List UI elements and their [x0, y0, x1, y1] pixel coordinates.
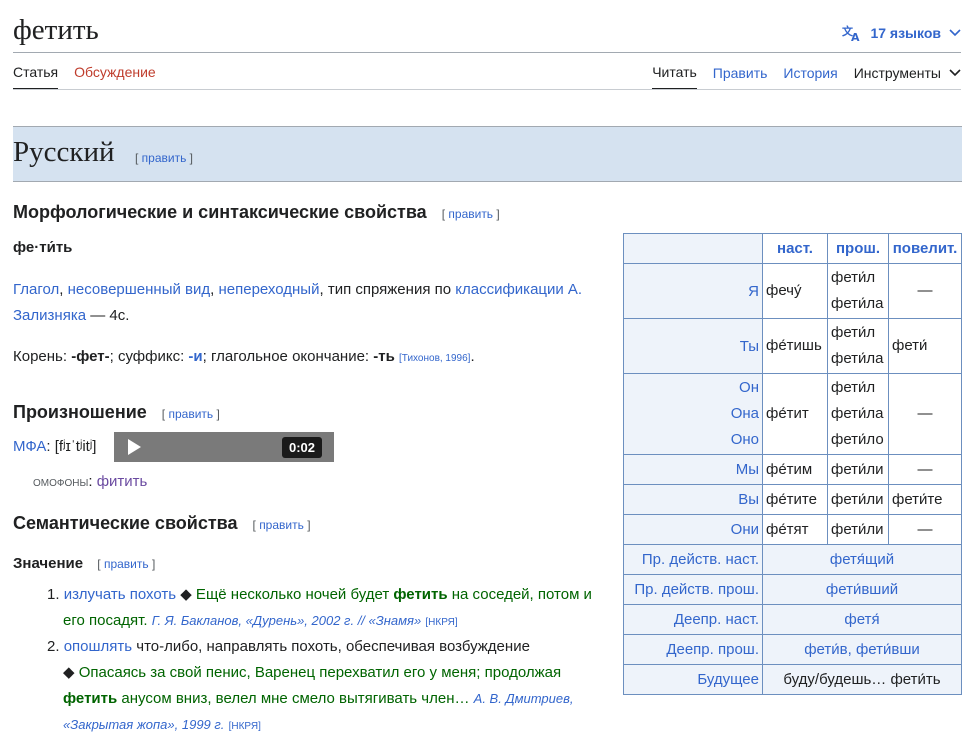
table-row: Деепр. наст. фетя́ — [623, 604, 962, 635]
table-row: Вы фе́тите фети́ли фети́те — [623, 484, 962, 515]
svg-text:A: A — [851, 31, 860, 42]
audio-player[interactable]: 0:02 — [114, 432, 334, 462]
pronoun-link[interactable]: Ты — [740, 338, 759, 355]
term-link[interactable]: излучать похоть — [64, 586, 176, 603]
morph-heading: Морфологические и синтаксические свойств… — [13, 202, 500, 222]
pronoun-link[interactable]: Она — [731, 405, 759, 422]
form-value-link[interactable]: фетя́ — [762, 604, 962, 635]
title-divider — [13, 52, 961, 53]
page-title: фетить — [13, 14, 99, 46]
namespace-tabs: Статья Обсуждение — [13, 64, 156, 90]
tools-label: Инструменты — [853, 65, 941, 81]
morphemes: Корень: -фет-; суффикс: -и; глагольное о… — [13, 348, 475, 365]
tab-edit[interactable]: Править — [713, 65, 768, 89]
col-header: повелит. — [888, 233, 962, 264]
pronoun-link[interactable]: Оно — [731, 431, 759, 448]
col-header: наст. — [762, 233, 828, 264]
edit-section-link[interactable]: [ править ] — [162, 407, 220, 421]
sem-heading: Семантические свойства [ править ] — [13, 513, 311, 533]
translate-icon: 文 A — [842, 24, 860, 42]
meaning-item: 1. излучать похоть ◆ Ещё несколько ночей… — [47, 586, 592, 629]
link-verb[interactable]: Глагол — [13, 281, 59, 298]
form-label-link[interactable]: Будущее — [697, 671, 759, 688]
link-transitivity[interactable]: непереходный — [218, 281, 319, 298]
pronoun-link[interactable]: Я — [748, 283, 759, 300]
edit-section-link[interactable]: [ править ] — [253, 518, 311, 532]
pronoun-link[interactable]: Они — [731, 521, 759, 538]
syllables: фе·ти́ть — [13, 239, 73, 256]
citation-link[interactable]: Г. Я. Бакланов, «Дурень», 2002 г. // «Зн… — [152, 613, 421, 628]
meaning-item: 2. опошлять что-либо, направлять похоть,… — [47, 638, 574, 732]
form-label-link[interactable]: Деепр. прош. — [666, 641, 759, 658]
ipa-transcription: : [fʲɪˈtʲitʲ] — [46, 438, 97, 455]
pronoun-link[interactable]: Мы — [736, 461, 759, 478]
link-aspect[interactable]: несовершенный вид — [68, 281, 211, 298]
suffix-link[interactable]: -и — [188, 348, 202, 365]
table-row: Ты фе́тишь фети́л фети́ла фети́ — [623, 318, 962, 374]
form-label-link[interactable]: Пр. действ. прош. — [634, 581, 759, 598]
table-row: Пр. действ. прош. фети́вший — [623, 574, 962, 605]
language-heading: Русский — [13, 136, 115, 168]
audio-duration: 0:02 — [281, 437, 322, 458]
grammar-info: Глагол, несовершенный вид, непереходный,… — [13, 281, 583, 324]
table-row: Деепр. прош. фети́в, фети́вши — [623, 634, 962, 665]
tabs-divider — [13, 89, 961, 90]
meaning-heading: Значение [ править ] — [13, 555, 156, 572]
col-header: прош. — [827, 233, 889, 264]
table-row: Будущее буду/будешь… фети́ть — [623, 664, 962, 695]
form-value-link[interactable]: фетя́щий — [762, 544, 962, 575]
edit-section-link[interactable]: [ править ] — [135, 151, 193, 165]
ipa-link[interactable]: МФА — [13, 438, 46, 455]
view-tabs: Читать Править История Инструменты — [652, 64, 961, 90]
homophones: омофоны: фитить — [33, 473, 148, 490]
languages-button[interactable]: 文 A 17 языков — [842, 24, 961, 42]
edit-section-link[interactable]: [ править ] — [97, 557, 155, 571]
tab-talk[interactable]: Обсуждение — [74, 64, 156, 90]
form-label-link[interactable]: Пр. действ. наст. — [642, 551, 759, 568]
homophone-link[interactable]: фитить — [97, 473, 148, 490]
table-corner — [623, 233, 763, 264]
chevron-down-icon — [949, 69, 961, 77]
language-section-header: Русский [ править ] — [13, 126, 962, 182]
pronoun-link[interactable]: Он — [739, 379, 759, 396]
tab-article[interactable]: Статья — [13, 64, 59, 90]
form-label-link[interactable]: Деепр. наст. — [674, 611, 759, 628]
play-icon[interactable] — [128, 439, 141, 455]
table-row: Я фечу́ фети́л фети́ла — — [623, 263, 962, 319]
source-ref[interactable]: [Тихонов, 1996] — [399, 353, 470, 364]
pronoun-link[interactable]: Вы — [738, 491, 759, 508]
table-row: Пр. действ. наст. фетя́щий — [623, 544, 962, 575]
tab-read[interactable]: Читать — [652, 64, 697, 90]
tools-menu[interactable]: Инструменты — [854, 65, 961, 89]
pron-heading: Произношение [ править ] — [13, 402, 220, 422]
conjugation-table: наст. прош. повелит. Я фечу́ фети́л фети́… — [623, 233, 962, 695]
form-value-link[interactable]: фети́вший — [762, 574, 962, 605]
languages-label: 17 языков — [870, 25, 941, 41]
ipa-line: МФА: [fʲɪˈtʲitʲ] — [13, 434, 123, 460]
form-value-link[interactable]: фети́в, фети́вши — [762, 634, 962, 665]
table-row: Они фе́тят фети́ли — — [623, 514, 962, 545]
table-row: Он Она Оно фе́тит фети́л фети́ла фети́ло — — [623, 373, 962, 455]
term-link[interactable]: опошлять — [64, 638, 132, 655]
chevron-down-icon — [949, 29, 961, 37]
tab-history[interactable]: История — [783, 65, 837, 89]
edit-section-link[interactable]: [ править ] — [442, 207, 500, 221]
form-value: буду/будешь… фети́ть — [762, 664, 962, 695]
table-row: Мы фе́тим фети́ли — — [623, 454, 962, 485]
